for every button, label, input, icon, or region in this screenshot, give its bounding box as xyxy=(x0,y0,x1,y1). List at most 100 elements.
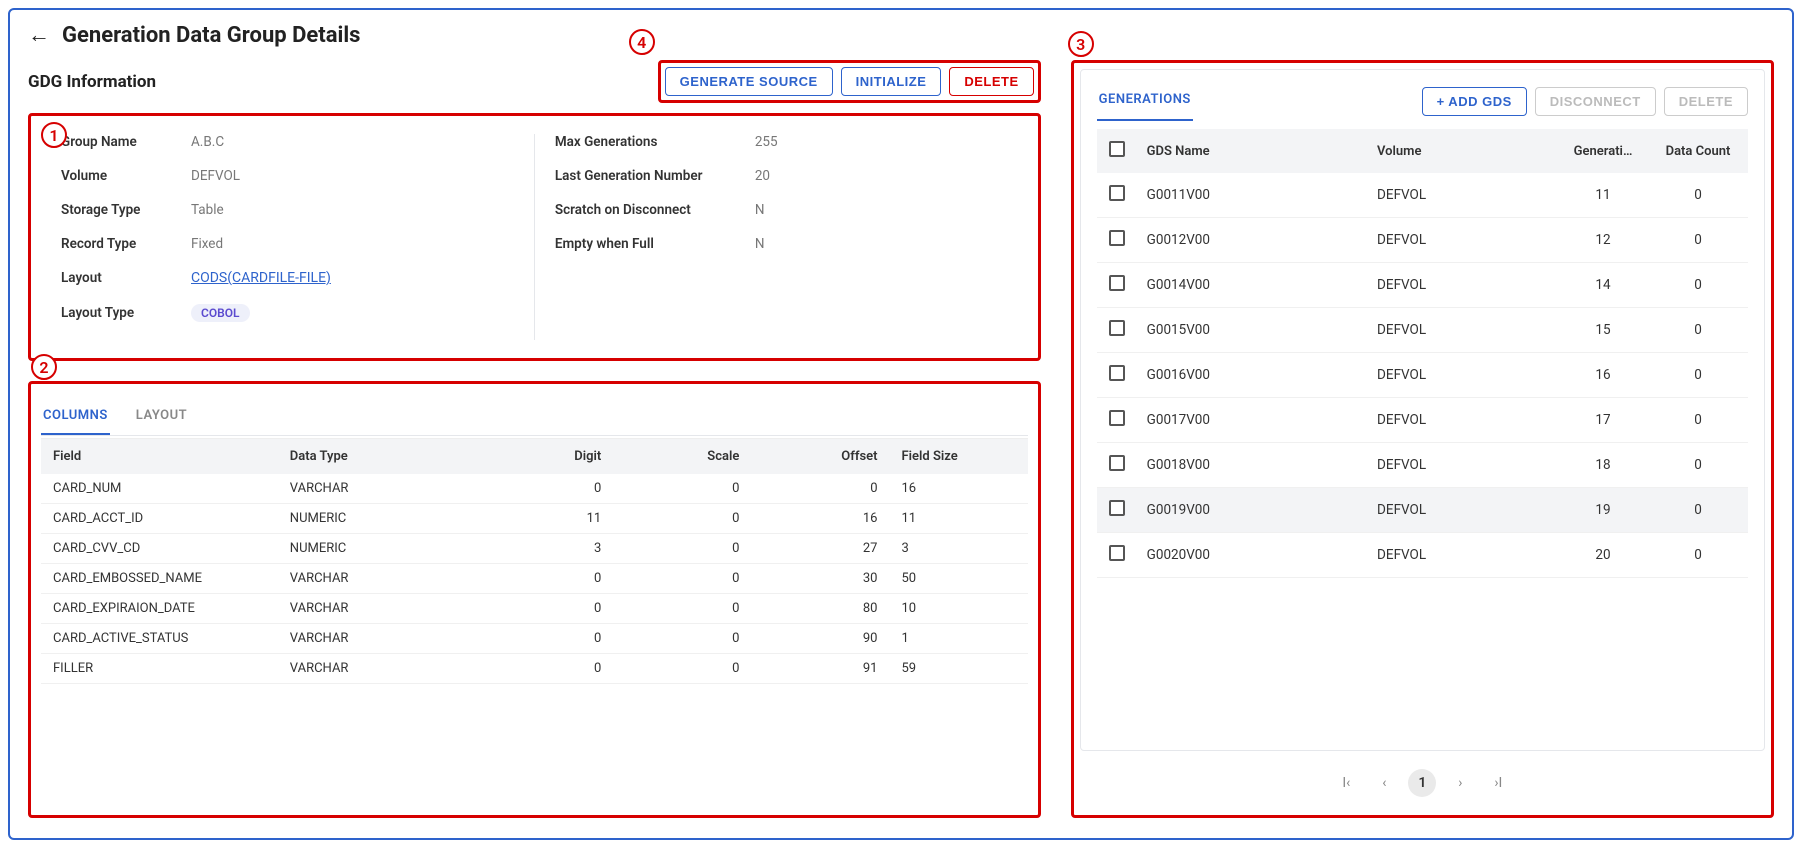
volume-label: Volume xyxy=(61,168,191,184)
table-row[interactable]: G0015V00DEFVOL150 xyxy=(1097,308,1748,353)
pager-next-icon[interactable]: › xyxy=(1446,769,1474,797)
table-row[interactable]: G0020V00DEFVOL200 xyxy=(1097,533,1748,578)
cell-digit: 0 xyxy=(475,474,613,504)
cell-offset: 90 xyxy=(751,624,889,654)
row-checkbox[interactable] xyxy=(1109,275,1125,291)
cell-offset: 27 xyxy=(751,534,889,564)
table-row[interactable]: G0012V00DEFVOL120 xyxy=(1097,218,1748,263)
cell-check xyxy=(1097,533,1137,578)
initialize-button[interactable]: INITIALIZE xyxy=(841,67,942,96)
cell-gds-name: G0016V00 xyxy=(1137,353,1367,398)
cell-gds-gen: 16 xyxy=(1558,353,1648,398)
action-button-group: 4 GENERATE SOURCE INITIALIZE DELETE xyxy=(658,60,1041,103)
delete-gds-button: DELETE xyxy=(1664,87,1748,116)
cell-offset: 0 xyxy=(751,474,889,504)
cell-scale: 0 xyxy=(613,564,751,594)
tab-columns[interactable]: COLUMNS xyxy=(41,398,110,435)
layout-link[interactable]: CODS(CARDFILE-FILE) xyxy=(191,270,331,286)
cell-gds-vol: DEFVOL xyxy=(1367,443,1558,488)
cell-dtype: NUMERIC xyxy=(278,504,475,534)
row-checkbox[interactable] xyxy=(1109,545,1125,561)
select-all-checkbox[interactable] xyxy=(1109,141,1125,157)
row-checkbox[interactable] xyxy=(1109,320,1125,336)
cell-gds-count: 0 xyxy=(1648,173,1748,218)
cell-scale: 0 xyxy=(613,654,751,684)
row-checkbox[interactable] xyxy=(1109,185,1125,201)
callout-1: 1 xyxy=(41,122,67,148)
tab-generations[interactable]: GENERATIONS xyxy=(1097,82,1193,121)
row-checkbox[interactable] xyxy=(1109,455,1125,471)
max-gen-value: 255 xyxy=(755,134,778,150)
table-row: CARD_CVV_CDNUMERIC30273 xyxy=(41,534,1028,564)
cell-offset: 80 xyxy=(751,594,889,624)
cell-check xyxy=(1097,263,1137,308)
cell-scale: 0 xyxy=(613,504,751,534)
cell-dtype: VARCHAR xyxy=(278,474,475,504)
row-checkbox[interactable] xyxy=(1109,410,1125,426)
gen-check-header xyxy=(1097,129,1137,173)
back-arrow-icon[interactable]: ← xyxy=(28,22,50,48)
pager-page-1[interactable]: 1 xyxy=(1408,769,1436,797)
cell-gds-count: 0 xyxy=(1648,263,1748,308)
empty-label: Empty when Full xyxy=(555,236,755,252)
cell-gds-vol: DEFVOL xyxy=(1367,353,1558,398)
cell-gds-count: 0 xyxy=(1648,398,1748,443)
add-gds-button[interactable]: + ADD GDS xyxy=(1422,87,1527,116)
gen-vol-header: Volume xyxy=(1367,129,1558,173)
disconnect-button: DISCONNECT xyxy=(1535,87,1656,116)
table-row[interactable]: G0018V00DEFVOL180 xyxy=(1097,443,1748,488)
cell-offset: 16 xyxy=(751,504,889,534)
cell-gds-name: G0018V00 xyxy=(1137,443,1367,488)
tab-layout[interactable]: LAYOUT xyxy=(134,398,189,435)
cell-check xyxy=(1097,488,1137,533)
table-row[interactable]: G0014V00DEFVOL140 xyxy=(1097,263,1748,308)
col-dtype-header: Data Type xyxy=(278,439,475,475)
cell-gds-count: 0 xyxy=(1648,218,1748,263)
col-fsize-header: Field Size xyxy=(890,439,1028,475)
callout-2: 2 xyxy=(31,354,57,380)
pager-first-icon[interactable]: I‹ xyxy=(1332,769,1360,797)
pager: I‹ ‹ 1 › ›I xyxy=(1080,751,1765,815)
generate-source-button[interactable]: GENERATE SOURCE xyxy=(665,67,833,96)
gen-name-header: GDS Name xyxy=(1137,129,1367,173)
layout-label: Layout xyxy=(61,270,191,286)
table-row: CARD_NUMVARCHAR00016 xyxy=(41,474,1028,504)
cell-fsize: 59 xyxy=(890,654,1028,684)
cell-field: CARD_ACTIVE_STATUS xyxy=(41,624,278,654)
table-row[interactable]: G0017V00DEFVOL170 xyxy=(1097,398,1748,443)
cell-gds-vol: DEFVOL xyxy=(1367,398,1558,443)
row-checkbox[interactable] xyxy=(1109,365,1125,381)
cell-check xyxy=(1097,173,1137,218)
cell-gds-gen: 11 xyxy=(1558,173,1648,218)
cell-gds-gen: 18 xyxy=(1558,443,1648,488)
cell-field: CARD_EXPIRAION_DATE xyxy=(41,594,278,624)
col-scale-header: Scale xyxy=(613,439,751,475)
empty-value: N xyxy=(755,236,765,252)
table-row[interactable]: G0016V00DEFVOL160 xyxy=(1097,353,1748,398)
cell-gds-gen: 19 xyxy=(1558,488,1648,533)
delete-gdg-button[interactable]: DELETE xyxy=(949,67,1033,96)
cell-field: CARD_ACCT_ID xyxy=(41,504,278,534)
table-row[interactable]: G0011V00DEFVOL110 xyxy=(1097,173,1748,218)
cell-gds-count: 0 xyxy=(1648,443,1748,488)
cell-dtype: VARCHAR xyxy=(278,594,475,624)
cell-gds-count: 0 xyxy=(1648,353,1748,398)
cell-gds-name: G0020V00 xyxy=(1137,533,1367,578)
cell-gds-name: G0019V00 xyxy=(1137,488,1367,533)
cell-gds-count: 0 xyxy=(1648,308,1748,353)
pager-prev-icon[interactable]: ‹ xyxy=(1370,769,1398,797)
cell-gds-vol: DEFVOL xyxy=(1367,173,1558,218)
cell-digit: 0 xyxy=(475,594,613,624)
cell-offset: 91 xyxy=(751,654,889,684)
cell-dtype: VARCHAR xyxy=(278,654,475,684)
generations-outer: 3 GENERATIONS + ADD GDS DISCONNECT DELET… xyxy=(1071,60,1774,818)
table-row[interactable]: G0019V00DEFVOL190 xyxy=(1097,488,1748,533)
callout-4: 4 xyxy=(629,29,655,55)
cell-fsize: 1 xyxy=(890,624,1028,654)
row-checkbox[interactable] xyxy=(1109,230,1125,246)
group-name-label: Group Name xyxy=(61,134,191,150)
cell-check xyxy=(1097,218,1137,263)
cell-gds-vol: DEFVOL xyxy=(1367,263,1558,308)
pager-last-icon[interactable]: ›I xyxy=(1484,769,1512,797)
row-checkbox[interactable] xyxy=(1109,500,1125,516)
